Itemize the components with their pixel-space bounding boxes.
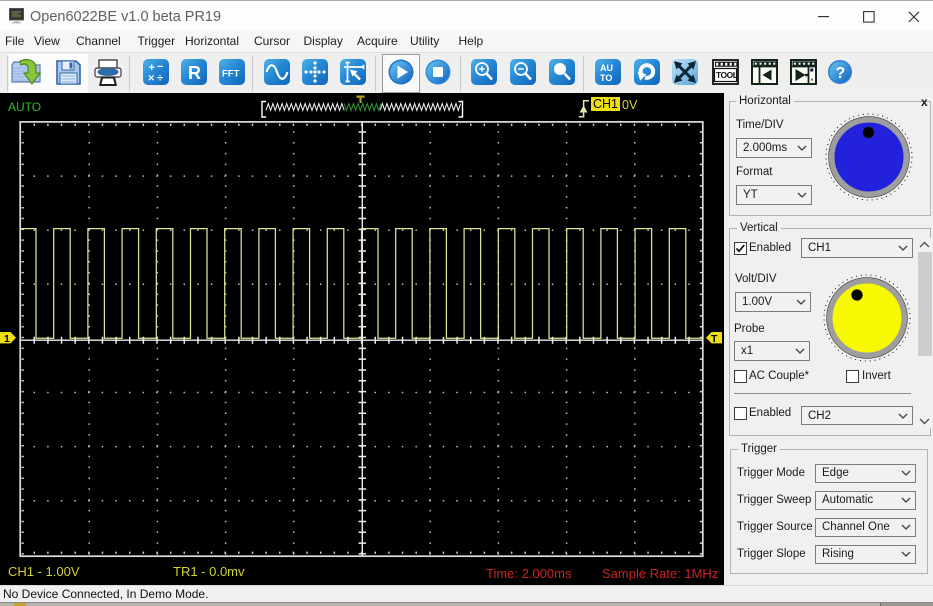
svg-text:÷: ÷: [157, 73, 163, 85]
svg-text:1: 1: [4, 333, 10, 345]
svg-text:TO: TO: [600, 73, 612, 83]
svg-text:−: −: [157, 61, 163, 73]
svg-text:FFT: FFT: [222, 69, 240, 80]
svg-text:×: ×: [148, 73, 154, 85]
svg-text:R: R: [188, 63, 201, 83]
svg-text:?: ?: [836, 65, 846, 82]
svg-text:AU: AU: [600, 63, 613, 73]
svg-text:TOOL: TOOL: [716, 70, 738, 80]
svg-text:T: T: [711, 333, 718, 345]
